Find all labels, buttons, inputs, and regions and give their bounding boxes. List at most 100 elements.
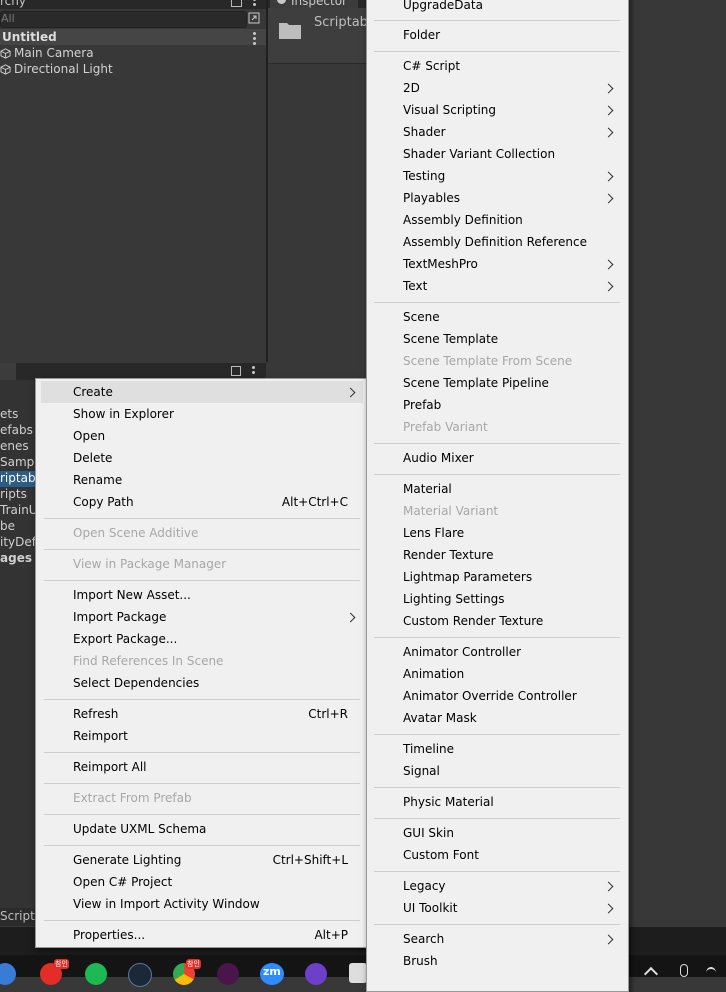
scene-options-icon[interactable] bbox=[253, 32, 256, 47]
menu-item-timeline[interactable]: Timeline bbox=[403, 738, 628, 760]
hierarchy-search-input[interactable] bbox=[0, 11, 247, 28]
menu-item-scene[interactable]: Scene bbox=[403, 306, 628, 328]
menu-item-folder[interactable]: Folder bbox=[403, 24, 628, 46]
menu-item-search[interactable]: Search bbox=[403, 928, 628, 950]
project-lock-icon[interactable] bbox=[231, 366, 241, 376]
hierarchy-item-directional-light[interactable]: Directional Light bbox=[0, 61, 113, 77]
project-tree-item[interactable]: ets bbox=[0, 407, 18, 423]
menu-item-select-dependencies[interactable]: Select Dependencies bbox=[73, 672, 366, 694]
chevron-right-icon bbox=[603, 881, 614, 892]
menu-item-brush[interactable]: Brush bbox=[403, 950, 628, 972]
menu-separator bbox=[374, 734, 620, 735]
project-tree-item[interactable]: be bbox=[0, 519, 15, 535]
project-tree-item[interactable]: ripts bbox=[0, 487, 27, 503]
unity-icon[interactable] bbox=[349, 963, 367, 983]
menu-item-update-uxml-schema[interactable]: Update UXML Schema bbox=[73, 818, 366, 840]
menu-item-assembly-definition[interactable]: Assembly Definition bbox=[403, 209, 628, 231]
menu-item-shader-variant-collection[interactable]: Shader Variant Collection bbox=[403, 143, 628, 165]
search-window-icon[interactable] bbox=[248, 12, 260, 24]
github-icon[interactable] bbox=[305, 963, 327, 985]
chevron-right-icon bbox=[603, 171, 614, 182]
shortcut-label: Alt+Ctrl+C bbox=[281, 495, 348, 509]
project-tab[interactable] bbox=[0, 363, 16, 380]
menu-separator bbox=[44, 549, 360, 550]
menu-item-ui-toolkit[interactable]: UI Toolkit bbox=[403, 897, 628, 919]
shortcut-label: Ctrl+Shift+L bbox=[272, 853, 348, 867]
menu-item-scene-template[interactable]: Scene Template bbox=[403, 328, 628, 350]
microphone-icon[interactable] bbox=[680, 964, 688, 977]
menu-item-scene-template-pipeline[interactable]: Scene Template Pipeline bbox=[403, 372, 628, 394]
menu-item-material[interactable]: Material bbox=[403, 478, 628, 500]
notification-badge: 참인 bbox=[54, 959, 69, 969]
menu-item-signal[interactable]: Signal bbox=[403, 760, 628, 782]
menu-item-text[interactable]: Text bbox=[403, 275, 628, 297]
menu-item-generate-lighting[interactable]: Generate Lighting Ctrl+Shift+L bbox=[73, 849, 366, 871]
project-tree-item[interactable]: ityDef bbox=[0, 535, 36, 551]
menu-item-testing[interactable]: Testing bbox=[403, 165, 628, 187]
slack-icon[interactable] bbox=[217, 963, 239, 985]
menu-item-physic-material[interactable]: Physic Material bbox=[403, 791, 628, 813]
app-icon[interactable] bbox=[0, 963, 16, 985]
notification-badge: 참인 bbox=[186, 959, 201, 969]
project-tree-item[interactable]: enes bbox=[0, 439, 29, 455]
hierarchy-tab[interactable] bbox=[0, 0, 266, 9]
menu-item-import-new-asset[interactable]: Import New Asset... bbox=[73, 584, 366, 606]
menu-item-open[interactable]: Open bbox=[73, 425, 366, 447]
project-tree-item[interactable]: Sampl bbox=[0, 455, 38, 471]
hierarchy-tab-label: rchy bbox=[0, 0, 26, 8]
menu-item-animator-override-controller[interactable]: Animator Override Controller bbox=[403, 685, 628, 707]
hierarchy-options-icon[interactable] bbox=[253, 0, 256, 8]
menu-item-copy-path[interactable]: Copy Path Alt+Ctrl+C bbox=[73, 491, 366, 513]
inspector-tab-label: Inspector bbox=[291, 0, 347, 8]
menu-item-delete[interactable]: Delete bbox=[73, 447, 366, 469]
menu-item-upgrade-data[interactable]: UpgradeData bbox=[403, 0, 628, 16]
chevron-up-icon[interactable] bbox=[643, 966, 659, 982]
menu-item-lightmap-parameters[interactable]: Lightmap Parameters bbox=[403, 566, 628, 588]
menu-item-playables[interactable]: Playables bbox=[403, 187, 628, 209]
hierarchy-item-label: Directional Light bbox=[14, 62, 113, 76]
menu-item-prefab-variant: Prefab Variant bbox=[403, 420, 488, 434]
menu-item-create[interactable]: Create bbox=[73, 381, 366, 403]
menu-item-rename[interactable]: Rename bbox=[73, 469, 366, 491]
menu-item-view-import-activity[interactable]: View in Import Activity Window bbox=[73, 893, 366, 915]
menu-item-show-in-explorer[interactable]: Show in Explorer bbox=[73, 403, 366, 425]
steam-icon[interactable] bbox=[128, 963, 152, 987]
menu-item-textmeshpro[interactable]: TextMeshPro bbox=[403, 253, 628, 275]
menu-item-assembly-definition-reference[interactable]: Assembly Definition Reference bbox=[403, 231, 628, 253]
project-tree-item[interactable]: ages bbox=[0, 551, 32, 567]
menu-item-legacy[interactable]: Legacy bbox=[403, 875, 628, 897]
menu-item-lighting-settings[interactable]: Lighting Settings bbox=[403, 588, 628, 610]
menu-item-audio-mixer[interactable]: Audio Mixer bbox=[403, 447, 628, 469]
project-tree-item[interactable]: TrainU bbox=[0, 503, 38, 519]
menu-item-animator-controller[interactable]: Animator Controller bbox=[403, 641, 628, 663]
menu-item-import-package[interactable]: Import Package bbox=[73, 606, 366, 628]
menu-item-gui-skin[interactable]: GUI Skin bbox=[403, 822, 628, 844]
menu-item-2d[interactable]: 2D bbox=[403, 77, 628, 99]
lock-icon[interactable] bbox=[231, 0, 242, 7]
menu-item-render-texture[interactable]: Render Texture bbox=[403, 544, 628, 566]
menu-item-animation[interactable]: Animation bbox=[403, 663, 628, 685]
menu-item-visual-scripting[interactable]: Visual Scripting bbox=[403, 99, 628, 121]
menu-item-avatar-mask[interactable]: Avatar Mask bbox=[403, 707, 628, 729]
wifi-icon[interactable] bbox=[706, 967, 716, 979]
menu-item-refresh[interactable]: Refresh Ctrl+R bbox=[73, 703, 366, 725]
spotify-icon[interactable] bbox=[85, 963, 107, 985]
menu-separator bbox=[374, 818, 620, 819]
project-tree-item[interactable]: efabs bbox=[0, 423, 33, 439]
menu-item-open-csharp-project[interactable]: Open C# Project bbox=[73, 871, 366, 893]
menu-item-lens-flare[interactable]: Lens Flare bbox=[403, 522, 628, 544]
menu-item-properties[interactable]: Properties... Alt+P bbox=[73, 924, 366, 946]
menu-item-custom-render-texture[interactable]: Custom Render Texture bbox=[403, 610, 628, 632]
menu-item-custom-font[interactable]: Custom Font bbox=[403, 844, 628, 866]
menu-item-open-scene-additive: Open Scene Additive bbox=[73, 526, 199, 540]
project-options-icon[interactable] bbox=[252, 366, 255, 376]
menu-item-prefab[interactable]: Prefab bbox=[403, 394, 628, 416]
menu-item-shader[interactable]: Shader bbox=[403, 121, 628, 143]
hierarchy-item-main-camera[interactable]: Main Camera bbox=[0, 45, 94, 61]
menu-item-csharp-script[interactable]: C# Script bbox=[403, 55, 628, 77]
chevron-right-icon bbox=[603, 934, 614, 945]
menu-item-reimport-all[interactable]: Reimport All bbox=[73, 756, 366, 778]
menu-item-export-package[interactable]: Export Package... bbox=[73, 628, 366, 650]
menu-item-reimport[interactable]: Reimport bbox=[73, 725, 366, 747]
project-tree-item-selected[interactable]: riptabl bbox=[0, 471, 39, 487]
